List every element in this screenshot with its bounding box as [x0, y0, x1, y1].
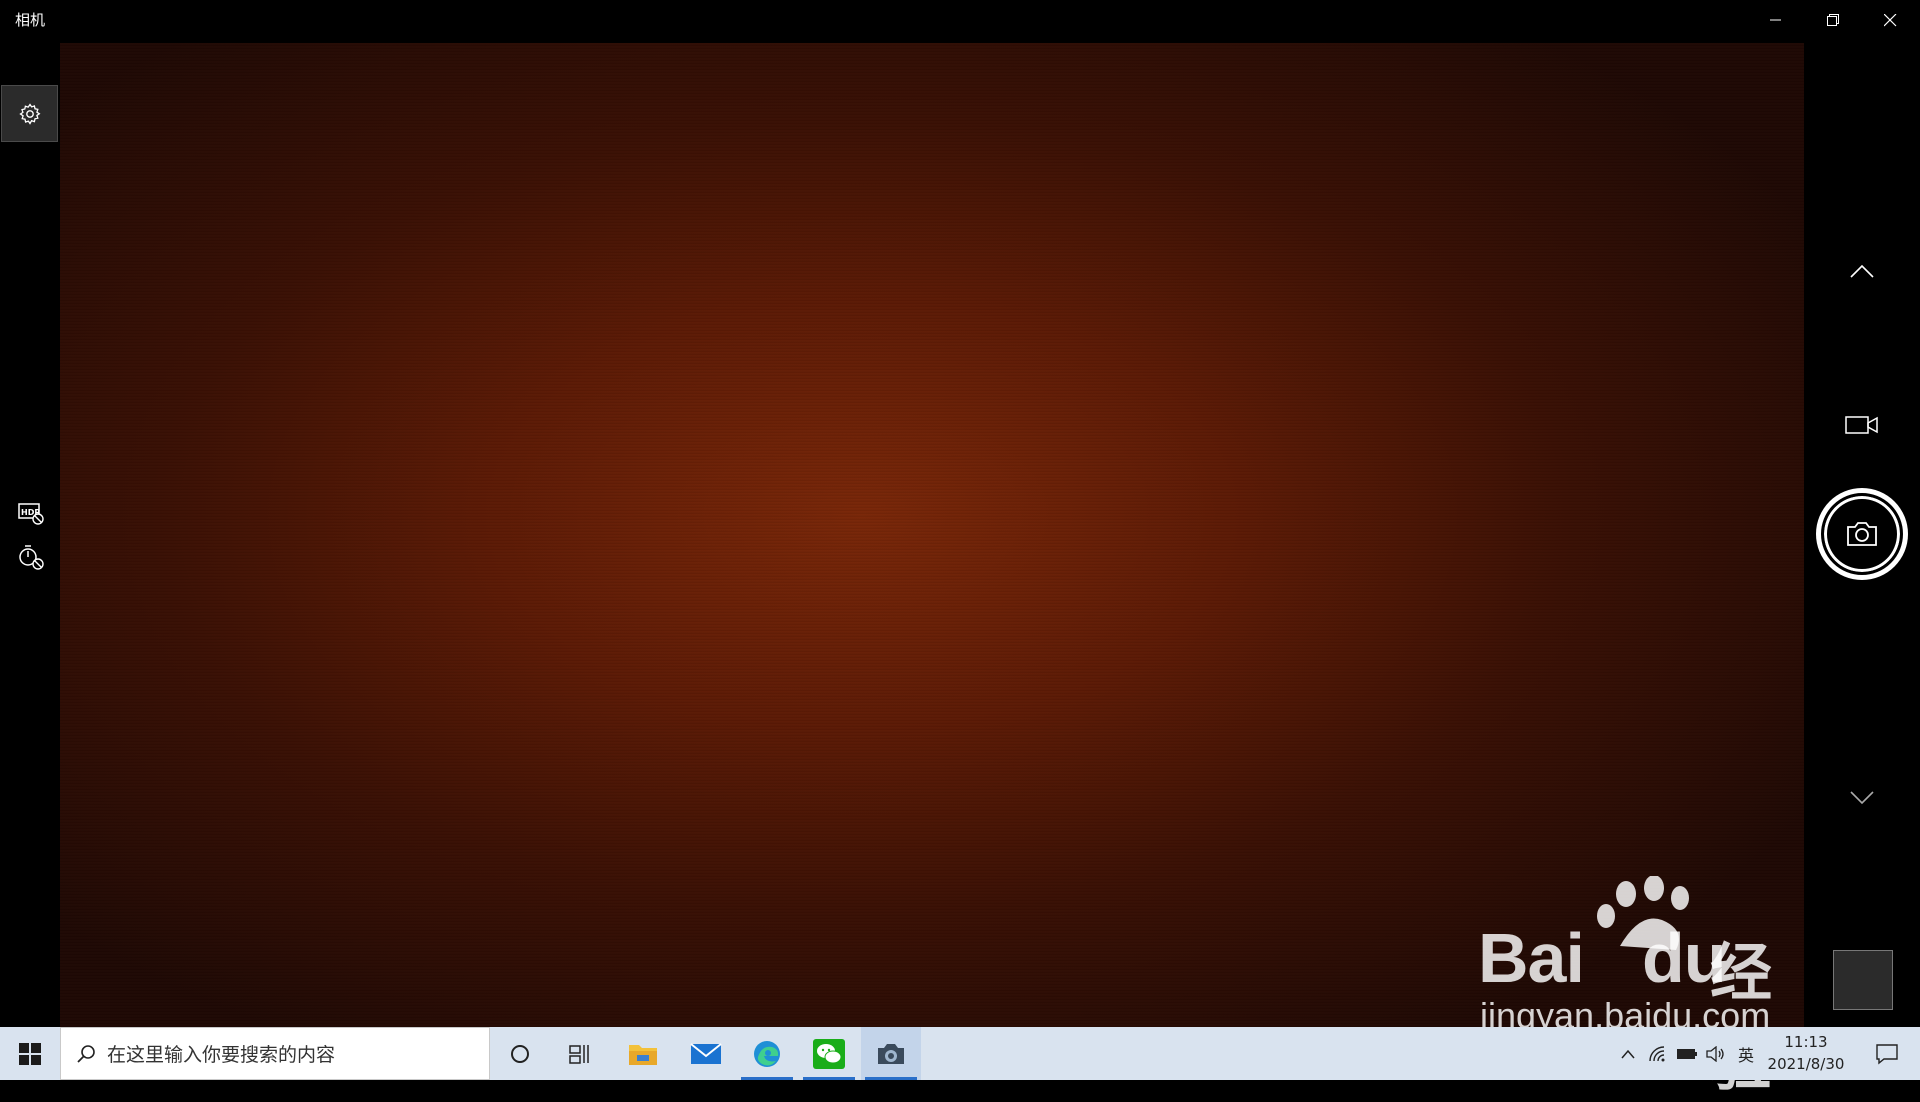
- restore-icon: [1827, 13, 1839, 26]
- gear-icon: [18, 102, 40, 125]
- cortana-button[interactable]: [490, 1027, 550, 1080]
- right-toolbar: [1804, 43, 1920, 1027]
- windows-logo-icon: [19, 1042, 41, 1065]
- mail-icon: [690, 1042, 722, 1064]
- camera-app-button[interactable]: [861, 1027, 921, 1080]
- shutter-ring: [1821, 493, 1903, 575]
- input-method-button[interactable]: 英: [1734, 1027, 1758, 1080]
- hdr-toggle[interactable]: HDR: [14, 496, 48, 530]
- task-view-icon: [569, 1044, 589, 1064]
- wechat-icon: [813, 1038, 845, 1069]
- minimize-icon: [1769, 19, 1781, 21]
- settings-button[interactable]: [1, 85, 58, 142]
- battery-button[interactable]: [1674, 1027, 1700, 1080]
- clock-time: 11:13: [1784, 1033, 1828, 1051]
- taskbar-search-box[interactable]: 在这里输入你要搜索的内容: [60, 1027, 490, 1080]
- ime-indicator: 英: [1737, 1045, 1754, 1065]
- chevron-up-icon: [1621, 1049, 1635, 1058]
- timer-toggle[interactable]: [14, 540, 48, 574]
- action-center-button[interactable]: [1862, 1027, 1912, 1080]
- cortana-icon: [511, 1044, 529, 1063]
- video-mode-button[interactable]: [1832, 405, 1892, 445]
- start-button[interactable]: [0, 1027, 60, 1080]
- search-placeholder: 在这里输入你要搜索的内容: [107, 1044, 336, 1066]
- last-capture-thumbnail[interactable]: [1833, 950, 1893, 1010]
- network-button[interactable]: [1646, 1027, 1670, 1080]
- left-toolbar: HDR: [0, 43, 60, 1027]
- battery-icon: [1677, 1048, 1697, 1059]
- close-icon: [1884, 13, 1897, 26]
- clock[interactable]: 11:13 2021/8/30: [1760, 1031, 1852, 1075]
- edge-button[interactable]: [737, 1027, 797, 1080]
- taskbar: 在这里输入你要搜索的内容 英 11:13 2021/8/30: [0, 1027, 1920, 1080]
- clock-date: 2021/8/30: [1767, 1055, 1845, 1073]
- file-explorer-icon: [629, 1044, 657, 1065]
- minimize-button[interactable]: [1747, 0, 1804, 40]
- notification-icon: [1876, 1043, 1898, 1064]
- wechat-button[interactable]: [799, 1027, 859, 1080]
- close-button[interactable]: [1862, 0, 1919, 40]
- camera-app-icon: [878, 1043, 904, 1064]
- speaker-icon: [1706, 1045, 1724, 1062]
- hdr-off-icon: HDR: [18, 503, 44, 525]
- timer-off-icon: [19, 545, 44, 570]
- video-camera-icon: [1845, 416, 1878, 434]
- watermark-brand: Bai du: [1478, 919, 1726, 997]
- edge-icon: [754, 1040, 780, 1067]
- app-title: 相机: [15, 11, 46, 29]
- search-icon: [75, 1043, 97, 1065]
- show-hidden-icons-button[interactable]: [1616, 1027, 1640, 1080]
- task-view-button[interactable]: [550, 1027, 610, 1080]
- restore-button[interactable]: [1805, 0, 1862, 40]
- file-explorer-button[interactable]: [613, 1027, 673, 1080]
- wifi-icon: [1649, 1045, 1665, 1061]
- volume-button[interactable]: [1704, 1027, 1728, 1080]
- scroll-down-button[interactable]: [1832, 777, 1892, 817]
- baidu-jingyan-watermark: Baidu 经验 jingyan.baidu.com: [1470, 870, 1820, 1099]
- scroll-up-button[interactable]: [1832, 251, 1892, 291]
- take-photo-button[interactable]: [1816, 488, 1908, 580]
- mail-button[interactable]: [676, 1027, 736, 1080]
- chevron-down-icon: [1850, 791, 1874, 805]
- chevron-up-icon: [1850, 264, 1874, 278]
- camera-shutter-icon: [1847, 522, 1877, 546]
- title-bar: 相机: [0, 0, 1920, 43]
